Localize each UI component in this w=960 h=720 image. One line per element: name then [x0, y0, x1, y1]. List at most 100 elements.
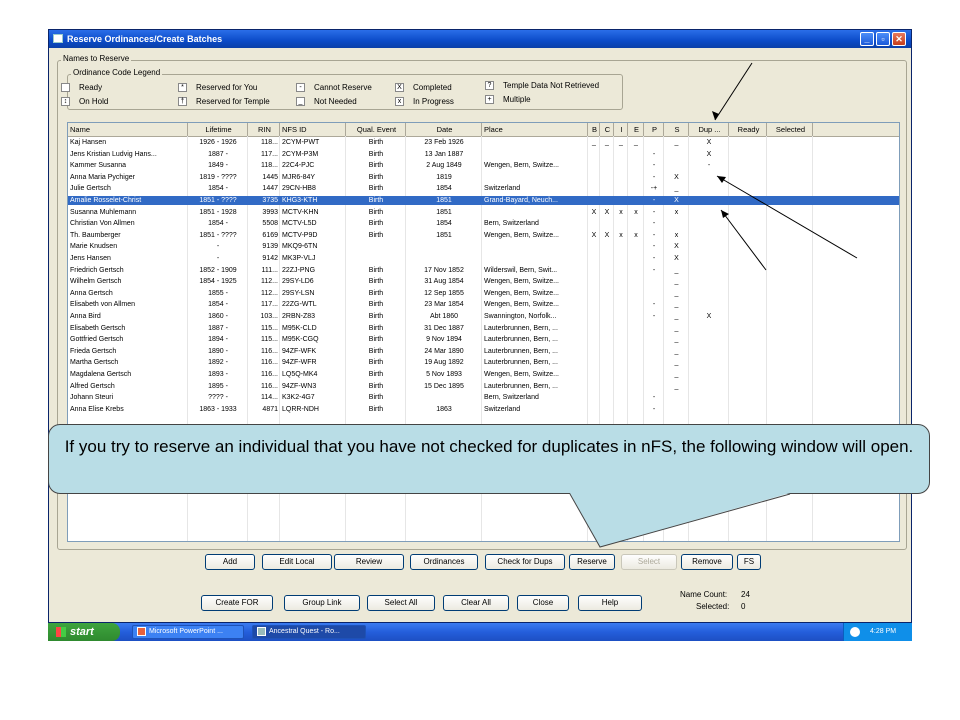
column-header-ready[interactable]: Ready	[729, 123, 767, 136]
cell-rin: 115...	[261, 336, 278, 344]
table-row[interactable]: Frieda Gertsch 1890 - 116... 94ZF-WFK Birth 2…	[68, 347, 899, 356]
table-row[interactable]: Jens Hansen - 9142 MK3P-VLJ - X	[68, 254, 899, 263]
taskbar-item-ancestral-quest[interactable]: Ancestral Quest - Ro...	[252, 625, 366, 639]
table-row[interactable]: Jens Kristian Ludvig Hans... 1887 - 117...…	[68, 150, 899, 159]
column-header-date[interactable]: Date	[406, 123, 482, 136]
taskbar-item-powerpoint[interactable]: Microsoft PowerPoint ...	[132, 625, 244, 639]
table-row[interactable]: Alfred Gertsch 1895 - 116... 94ZF-WN3 Birth 1…	[68, 382, 899, 391]
cell-place: Lauterbrunnen, Bern, ...	[484, 382, 558, 390]
table-row[interactable]: Kaj Hansen 1926 - 1926 118... 2CYM-PWT Birth…	[68, 138, 899, 147]
table-row[interactable]: Susanna Muhlemann 1851 - 1928 3993 MCTV-KHN…	[68, 208, 899, 217]
edit-local-button[interactable]: Edit Local	[262, 554, 332, 570]
table-row[interactable]: Martha Gertsch 1892 - 116... 94ZF-WFR Birth 1…	[68, 358, 899, 367]
cell-i	[614, 324, 628, 333]
table-row[interactable]: Friedrich Gertsch 1852 - 1909 111... 22ZJ-P…	[68, 266, 899, 275]
close-window-button[interactable]: ✕	[892, 32, 906, 46]
review-button[interactable]: Review	[334, 554, 404, 570]
fs-button[interactable]: FS	[737, 554, 761, 570]
column-header-s[interactable]: S	[664, 123, 689, 136]
reserve-button[interactable]: Reserve	[569, 554, 615, 570]
legend-title: Ordinance Code Legend	[71, 68, 163, 77]
column-header-place[interactable]: Place	[482, 123, 588, 136]
cell-name: Kaj Hansen	[70, 139, 107, 146]
table-row[interactable]: Anna Gertsch 1855 - 112... 29SY-LSN Birth 12 …	[68, 289, 899, 298]
cell-s: _	[674, 313, 679, 320]
cell-b	[588, 161, 600, 170]
title-bar[interactable]: Reserve Ordinances/Create Batches _ ▫ ✕	[49, 30, 911, 48]
cell-b	[588, 277, 600, 286]
check-for-dups-button[interactable]: Check for Dups	[485, 554, 565, 570]
close-button[interactable]: Close	[517, 595, 569, 611]
cell-name: Amalie Rosselet-Christ	[70, 197, 142, 204]
tray-icon[interactable]	[850, 627, 860, 637]
column-header-p[interactable]: P	[644, 123, 664, 136]
column-header-selected[interactable]: Selected	[767, 123, 813, 136]
add-button[interactable]: Add	[205, 554, 255, 570]
cell-lifetime: -	[216, 255, 220, 262]
column-header-dup[interactable]: Dup ...	[689, 123, 729, 136]
table-row[interactable]: Marie Knudsen - 9139 MKQ9-6TN - X	[68, 242, 899, 251]
cell-s: x	[674, 231, 679, 239]
cell-dup	[689, 242, 729, 251]
cell-place: Wengen, Bern, Switze...	[484, 278, 559, 286]
start-button[interactable]: start	[48, 623, 120, 641]
cell-qual	[346, 254, 406, 263]
column-header-c[interactable]: C	[600, 123, 614, 136]
table-row[interactable]: Christian Von Allmen 1854 - 5508 MCTV-L5D Bi…	[68, 219, 899, 228]
table-row[interactable]: Anna Maria Pychiger 1819 - ???? 1445 MJR6-8…	[68, 173, 899, 182]
cell-b	[588, 324, 600, 333]
cell-name: Julie Gertsch	[70, 185, 111, 193]
column-header-name[interactable]: Name	[68, 123, 188, 136]
cell-name: Susanna Muhlemann	[70, 208, 137, 216]
table-row[interactable]: Magdalena Gertsch 1893 - 116... LQ5Q-MK4 Bir…	[68, 370, 899, 379]
cell-c	[600, 382, 614, 391]
help-button[interactable]: Help	[578, 595, 642, 611]
cell-dup	[689, 289, 729, 298]
cell-c	[600, 405, 614, 414]
column-header-qual-event[interactable]: Qual. Event	[346, 123, 406, 136]
cell-e	[628, 347, 644, 356]
table-row[interactable]: Anna Bird 1860 - 103... 2RBN-Z83 Birth Abt 18…	[68, 312, 899, 321]
restore-button[interactable]: ▫	[876, 32, 890, 46]
cell-dup	[689, 324, 729, 333]
column-header-b[interactable]: B	[588, 123, 600, 136]
column-header-e[interactable]: E	[628, 123, 644, 136]
cell-i	[614, 393, 628, 402]
cell-dup	[689, 266, 729, 275]
cell-e	[628, 184, 644, 193]
table-row[interactable]: Amalie Rosselet-Christ 1851 - ???? 3735 KHG…	[68, 196, 899, 205]
column-header-lifetime[interactable]: Lifetime	[188, 123, 248, 136]
table-row[interactable]: Julie Gertsch 1854 - 1447 29CN-HB8 Birth 1854…	[68, 184, 899, 193]
clear-all-button[interactable]: Clear All	[443, 595, 509, 611]
name-count-label: Name Count:	[680, 590, 728, 599]
cell-c: X	[604, 231, 610, 239]
group-link-button[interactable]: Group Link	[284, 595, 360, 611]
cell-lifetime: 1854 -	[208, 185, 228, 193]
cell-qual: Birth	[368, 347, 384, 355]
table-row[interactable]: Elisabeth Gertsch 1887 - 115... M95K-CLD Bir…	[68, 324, 899, 333]
table-row[interactable]: Gottfried Gertsch 1894 - 115... M95K-CGQ Bir…	[68, 335, 899, 344]
create-for-button[interactable]: Create FOR	[201, 595, 273, 611]
cell-nfs: 94ZF-WN3	[282, 382, 317, 390]
cell-s	[664, 161, 689, 170]
ordinances-button[interactable]: Ordinances	[410, 554, 478, 570]
table-row[interactable]: Elisabeth von Allmen 1854 - 117... 22ZG-WTL…	[68, 300, 899, 309]
cell-s: _	[674, 336, 679, 344]
column-header-i[interactable]: I	[614, 123, 628, 136]
table-row[interactable]: Th. Baumberger 1851 - ???? 6169 MCTV-P9D Bir…	[68, 231, 899, 240]
cell-p: -+	[650, 185, 658, 193]
table-row[interactable]: Wilhelm Gertsch 1854 - 1925 112... 29SY-LD6…	[68, 277, 899, 286]
remove-button[interactable]: Remove	[681, 554, 733, 570]
table-row[interactable]: Johann Steuri ???? - 114... K3K2-4G7 Birth Be…	[68, 393, 899, 402]
select-all-button[interactable]: Select All	[367, 595, 435, 611]
cell-rin: 118...	[261, 139, 278, 146]
table-row[interactable]: Kammer Susanna 1849 - 118... 22C4-PJC Birth 2…	[68, 161, 899, 170]
column-header-nfs-id[interactable]: NFS ID	[280, 123, 346, 136]
table-row[interactable]: Anna Elise Krebs 1863 - 1933 4871 LQRR-NDH B…	[68, 405, 899, 414]
cell-qual: Birth	[368, 371, 384, 378]
minimize-button[interactable]: _	[860, 32, 874, 46]
cell-place: Wengen, Bern, Switze...	[484, 162, 559, 170]
column-header-rin[interactable]: RIN	[248, 123, 280, 136]
cell-s	[664, 393, 689, 402]
cell-s: X	[674, 197, 679, 204]
